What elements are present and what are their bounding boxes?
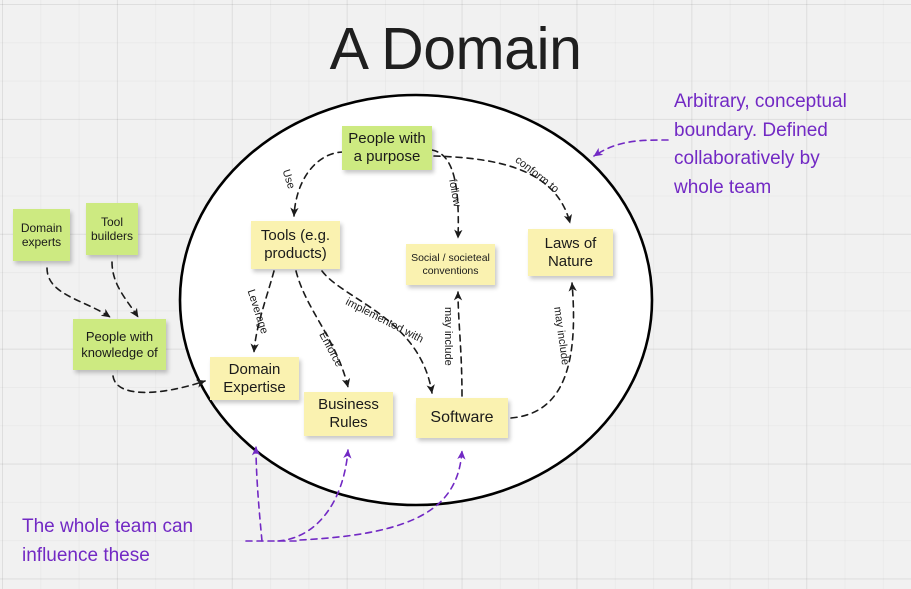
sticky-note-tools-products[interactable]: Tools (e.g. products) (251, 221, 340, 269)
sticky-note-social-conventions[interactable]: Social / societeal conventions (406, 244, 495, 285)
edge-people-knowledge-to-domain-expertise (112, 375, 206, 394)
edge-annotation-to-boundary (593, 139, 669, 157)
edge-domain-experts-to-people (46, 267, 111, 318)
sticky-note-people-with-knowledge[interactable]: People with knowledge of (73, 319, 166, 370)
sticky-note-tool-builders[interactable]: Tool builders (86, 203, 138, 255)
edge-tool-builders-to-people (111, 261, 139, 318)
sticky-note-people-with-a-purpose[interactable]: People with a purpose (342, 126, 432, 170)
sticky-note-software[interactable]: Software (416, 398, 508, 438)
sticky-note-laws-of-nature[interactable]: Laws of Nature (528, 229, 613, 276)
boundary-annotation: Arbitrary, conceptual boundary. Defined … (674, 91, 847, 198)
sticky-note-business-rules[interactable]: Business Rules (304, 392, 393, 436)
edge-label-may-include-social: may include (442, 307, 454, 366)
sticky-note-domain-experts[interactable]: Domain experts (13, 209, 70, 261)
sticky-note-domain-expertise[interactable]: Domain Expertise (210, 357, 299, 400)
edge-influence-to-domain-expertise (251, 446, 263, 542)
influence-annotation: The whole team can influence these (22, 516, 194, 566)
